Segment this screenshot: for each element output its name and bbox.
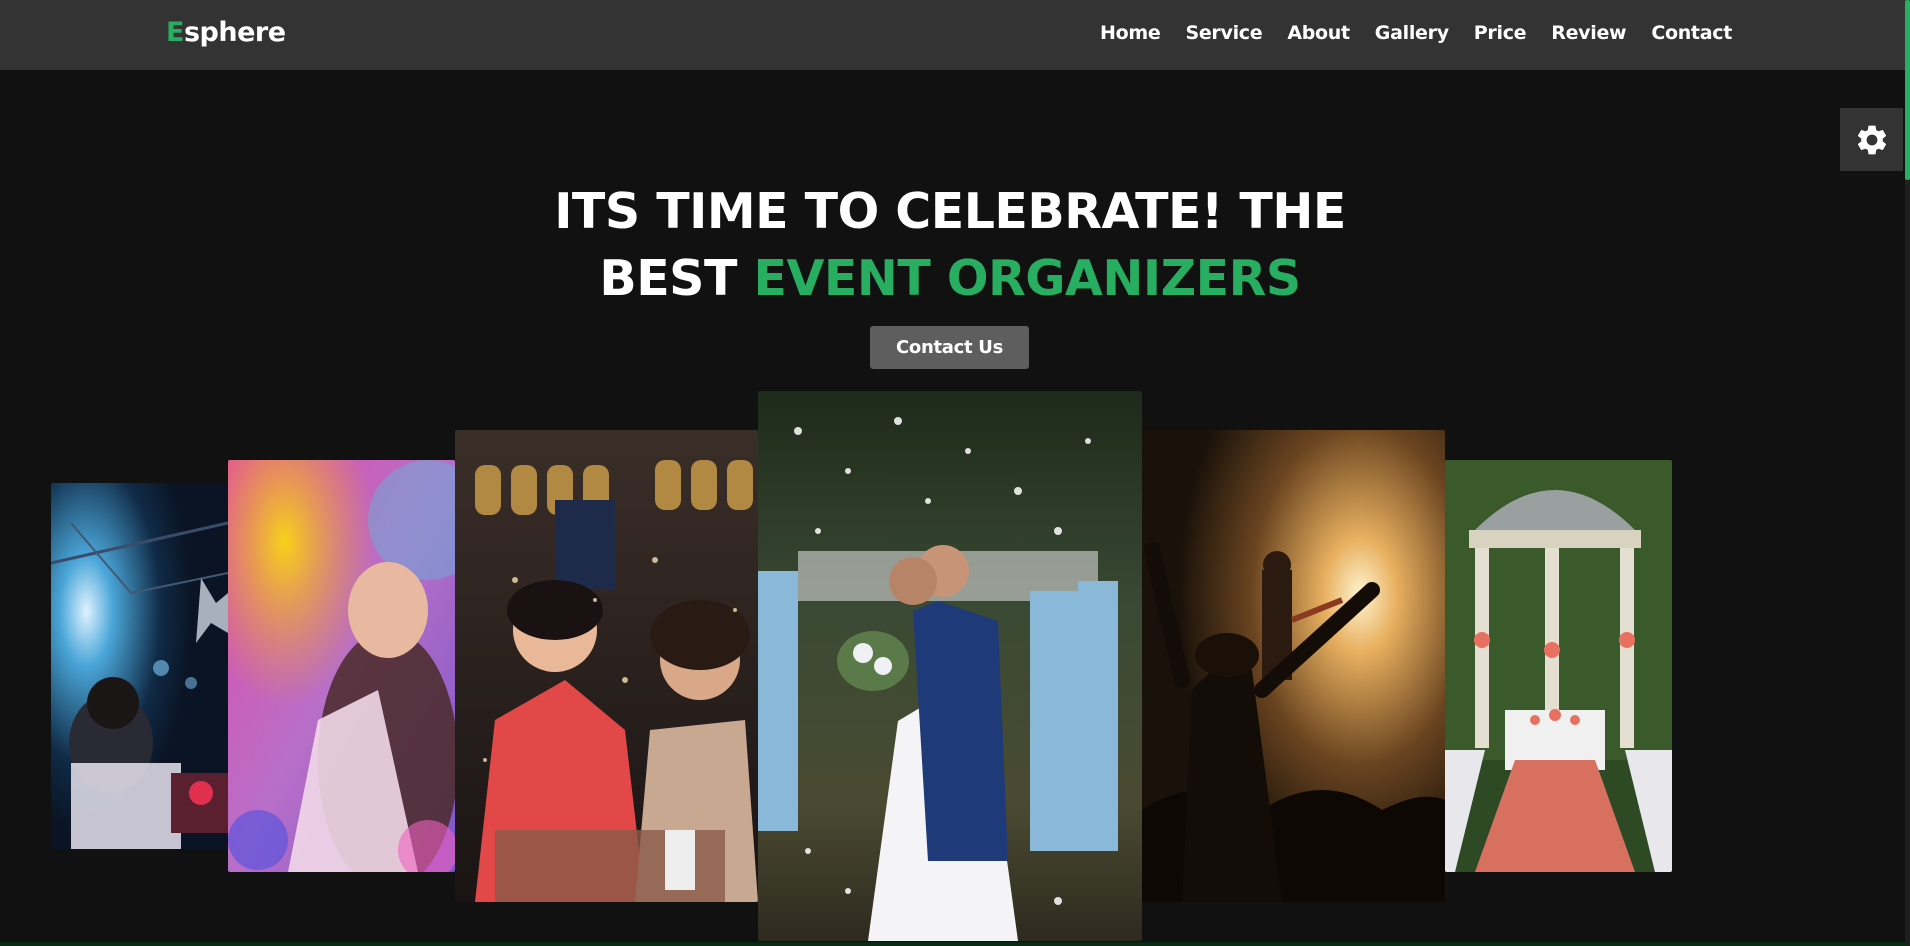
hero-title-line2-white: BEST — [599, 250, 754, 307]
theme-settings-button[interactable] — [1840, 108, 1903, 171]
nav-gallery[interactable]: Gallery — [1375, 22, 1449, 44]
nav-price[interactable]: Price — [1474, 22, 1527, 44]
page: Esphere Home Service About Gallery Price… — [0, 0, 1910, 946]
nav-about[interactable]: About — [1287, 22, 1350, 44]
birthday-party-photo[interactable] — [455, 430, 758, 902]
color-festival-photo[interactable] — [228, 460, 455, 872]
hero-title-line1: ITS TIME TO CELEBRATE! THE — [554, 183, 1346, 240]
dj-party-photo[interactable] — [51, 483, 228, 849]
nav-service[interactable]: Service — [1185, 22, 1262, 44]
hero-title-highlight: EVENT ORGANIZERS — [753, 250, 1301, 307]
page-scrollbar[interactable] — [1905, 0, 1910, 946]
wedding-couple-photo[interactable] — [758, 391, 1142, 941]
main-nav: Home Service About Gallery Price Review … — [1100, 22, 1732, 44]
concert-crowd-photo[interactable] — [1142, 430, 1445, 902]
nav-contact[interactable]: Contact — [1651, 22, 1732, 44]
logo-initial: E — [166, 17, 184, 48]
wedding-gazebo-photo[interactable] — [1445, 460, 1672, 872]
scrollbar-thumb[interactable] — [1905, 0, 1910, 180]
section-divider — [0, 942, 1908, 946]
top-navbar: Esphere Home Service About Gallery Price… — [0, 0, 1908, 70]
gear-icon — [1857, 125, 1886, 154]
logo-text: sphere — [183, 17, 286, 48]
site-logo[interactable]: Esphere — [166, 17, 286, 48]
contact-us-button[interactable]: Contact Us — [870, 326, 1029, 369]
nav-review[interactable]: Review — [1551, 22, 1626, 44]
nav-home[interactable]: Home — [1100, 22, 1161, 44]
hero-title: ITS TIME TO CELEBRATE! THE BEST EVENT OR… — [455, 178, 1445, 312]
